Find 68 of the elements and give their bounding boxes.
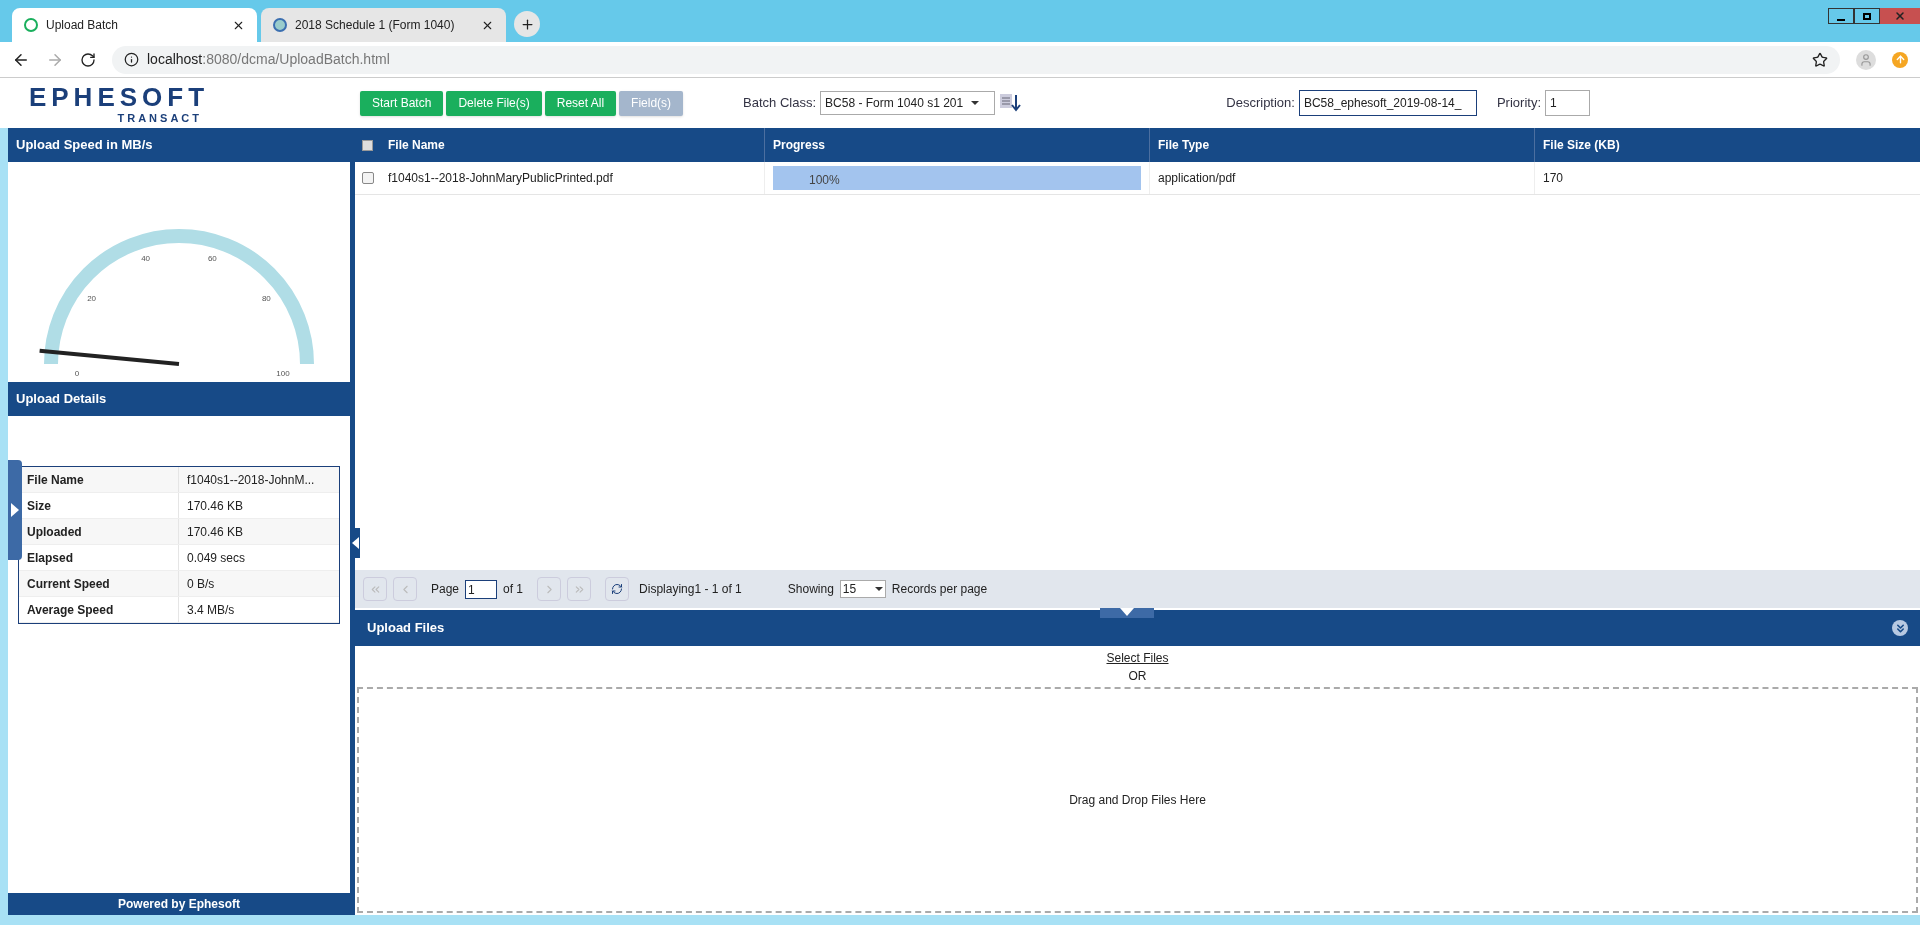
page-count: of 1: [503, 581, 524, 598]
select-all-checkbox[interactable]: [362, 139, 373, 151]
or-text: OR: [1128, 668, 1147, 685]
page-number-field[interactable]: 1: [465, 579, 498, 599]
double-chevron-down-icon[interactable]: [1892, 620, 1908, 636]
showing-label: Showing: [787, 581, 834, 598]
detail-label: Average Speed: [19, 597, 179, 622]
per-page-dropdown[interactable]: 15: [839, 580, 886, 598]
panel-header: Upload Files: [367, 619, 445, 638]
page-label: Page: [431, 581, 460, 598]
list-download-icon[interactable]: [999, 92, 1022, 114]
tab-favicon-icon: [24, 18, 38, 32]
refresh-button[interactable]: [605, 577, 630, 601]
table-cell-text: 170: [1542, 170, 1565, 187]
table-cell: f1040s1--2018-JohnMaryPublicPrinted.pdf: [380, 162, 765, 194]
new-tab-button[interactable]: [514, 11, 540, 37]
detail-label: Current Speed: [19, 571, 179, 596]
gauge-tick-label: 80: [261, 293, 271, 303]
batch-class-dropdown[interactable]: BC58 - Form 1040 s1 201: [820, 91, 996, 115]
browser-tab[interactable]: 2018 Schedule 1 (Form 1040): [261, 8, 506, 42]
panel-header: Upload Speed in MB/s: [8, 128, 350, 162]
priority-label: Priority:: [1496, 94, 1541, 113]
displaying-text: Displaying1 - 1 of 1: [639, 581, 742, 598]
info-icon: [124, 52, 139, 67]
footer-bar: Powered by Ephesoft: [8, 893, 350, 915]
drop-zone[interactable]: Drag and Drop Files Here: [357, 687, 1918, 913]
column-header[interactable]: File Name: [380, 128, 765, 162]
expand-handle[interactable]: [8, 460, 22, 560]
gauge-tick-label: 20: [87, 293, 97, 303]
address-bar[interactable]: localhost:8080/dcma/UploadBatch.html: [112, 45, 1840, 74]
detail-value: f1040s1--2018-JohnM...: [186, 471, 316, 489]
plus-icon: [519, 16, 535, 32]
select-files-link[interactable]: Select Files: [1106, 649, 1169, 667]
detail-value: 0 B/s: [186, 575, 216, 593]
column-header[interactable]: Progress: [765, 128, 1150, 162]
column-header[interactable]: File Size (KB): [1535, 128, 1920, 162]
dropdown-caret-icon: [874, 587, 883, 591]
progress-text: 100%: [809, 172, 840, 189]
tab-favicon-icon: [273, 18, 287, 32]
ephesoft-logo: EPHESOFT TRANSACT: [27, 80, 211, 126]
dropdown-caret-icon: [971, 101, 980, 105]
tab-title: 2018 Schedule 1 (Form 1040): [295, 17, 456, 34]
close-icon: [1894, 10, 1906, 22]
bookmark-star-icon[interactable]: [1812, 51, 1828, 68]
detail-value: 3.4 MB/s: [186, 601, 236, 619]
priority-field[interactable]: 1: [1545, 90, 1590, 116]
records-label: Records per page: [891, 581, 988, 598]
gauge-tick-label: 60: [207, 254, 217, 264]
detail-value: 0.049 secs: [186, 549, 247, 567]
url-text: localhost:8080/dcma/UploadBatch.html: [147, 50, 390, 69]
gauge-tick-label: 40: [141, 254, 151, 264]
detail-value: 170.46 KB: [186, 497, 245, 515]
description-field[interactable]: BC58_ephesoft_2019-08-14_: [1298, 90, 1477, 116]
browser-tab[interactable]: Upload Batch: [12, 8, 257, 42]
description-label: Description:: [1226, 94, 1295, 113]
collapse-arrow-handle[interactable]: [1100, 608, 1154, 618]
panel-header: Upload Details: [8, 382, 350, 416]
gauge-tick-label: 0: [74, 369, 80, 378]
reload-icon[interactable]: [80, 51, 96, 68]
gauge-tick-label: 100: [276, 369, 290, 378]
refresh-icon: [611, 583, 624, 595]
row-checkbox[interactable]: [361, 172, 374, 184]
column-header[interactable]: File Type: [1150, 128, 1535, 162]
table-cell: application/pdf: [1150, 162, 1535, 194]
batch-class-label: Batch Class:: [743, 94, 817, 113]
detail-value: 170.46 KB: [186, 523, 245, 541]
tab-title: Upload Batch: [46, 17, 120, 34]
minimize-button[interactable]: [1828, 8, 1854, 24]
